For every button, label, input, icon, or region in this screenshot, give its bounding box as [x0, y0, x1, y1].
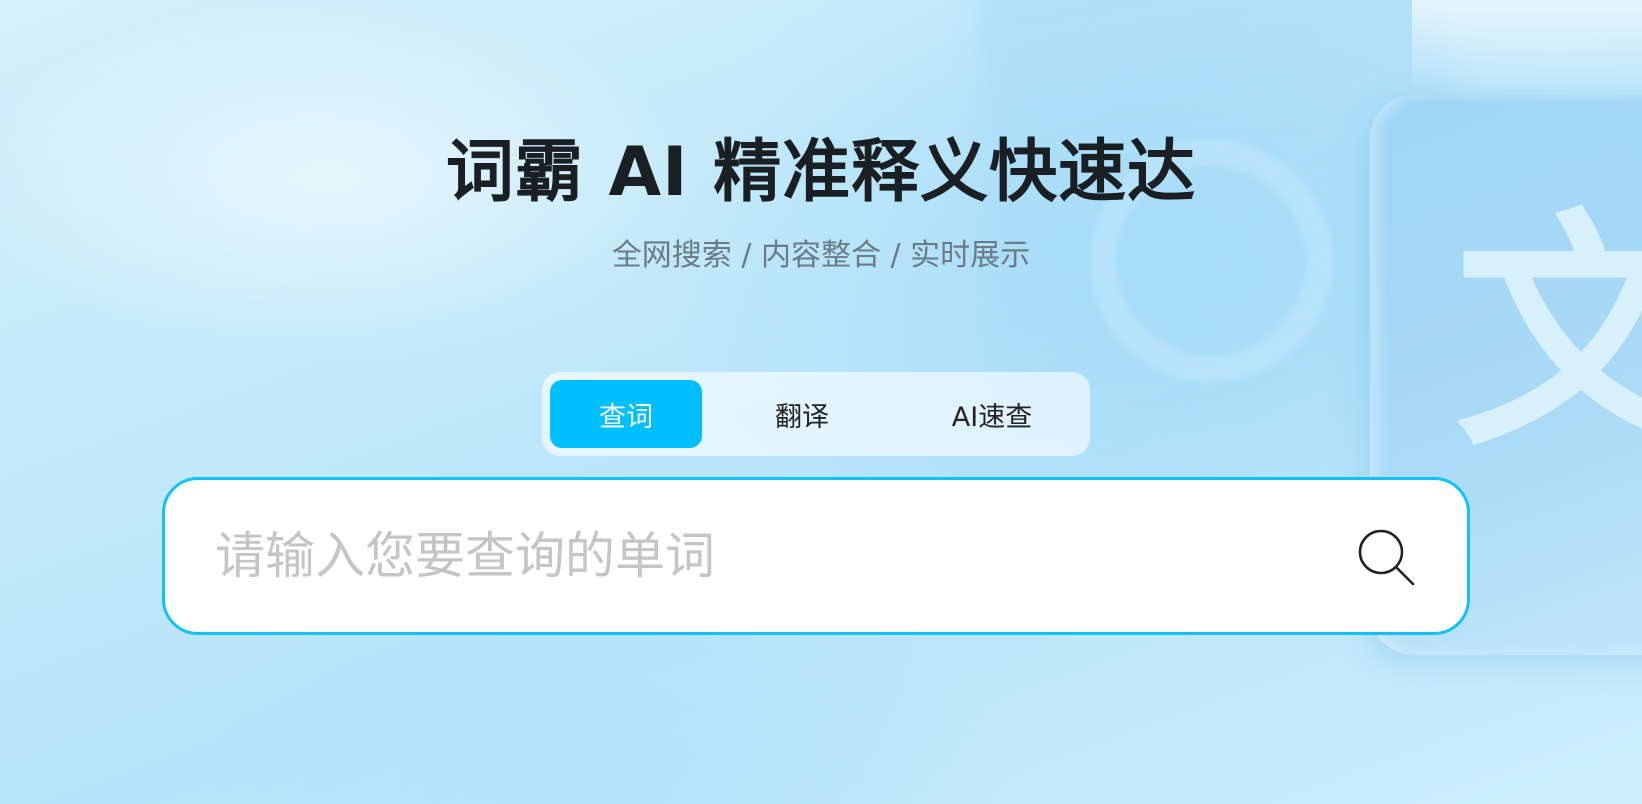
page-background: 文 词霸 AI 精准释义快速达 全网搜索 / 内容整合 / 实时展示 查词 翻译…: [0, 0, 1642, 804]
page-title: 词霸 AI 精准释义快速达: [445, 133, 1197, 212]
tab-ai-quick-search[interactable]: AI速查: [902, 380, 1082, 448]
page-subtitle: 全网搜索 / 内容整合 / 实时展示: [611, 238, 1031, 273]
search-icon[interactable]: [1355, 526, 1419, 590]
search-input[interactable]: [213, 515, 1297, 597]
decorative-highlight: [1412, 0, 1642, 90]
mode-tabs: 查词 翻译 AI速查: [542, 372, 1090, 456]
tab-lookup[interactable]: 查词: [550, 380, 702, 448]
search-box: [162, 477, 1470, 635]
tab-translate[interactable]: 翻译: [702, 380, 902, 448]
